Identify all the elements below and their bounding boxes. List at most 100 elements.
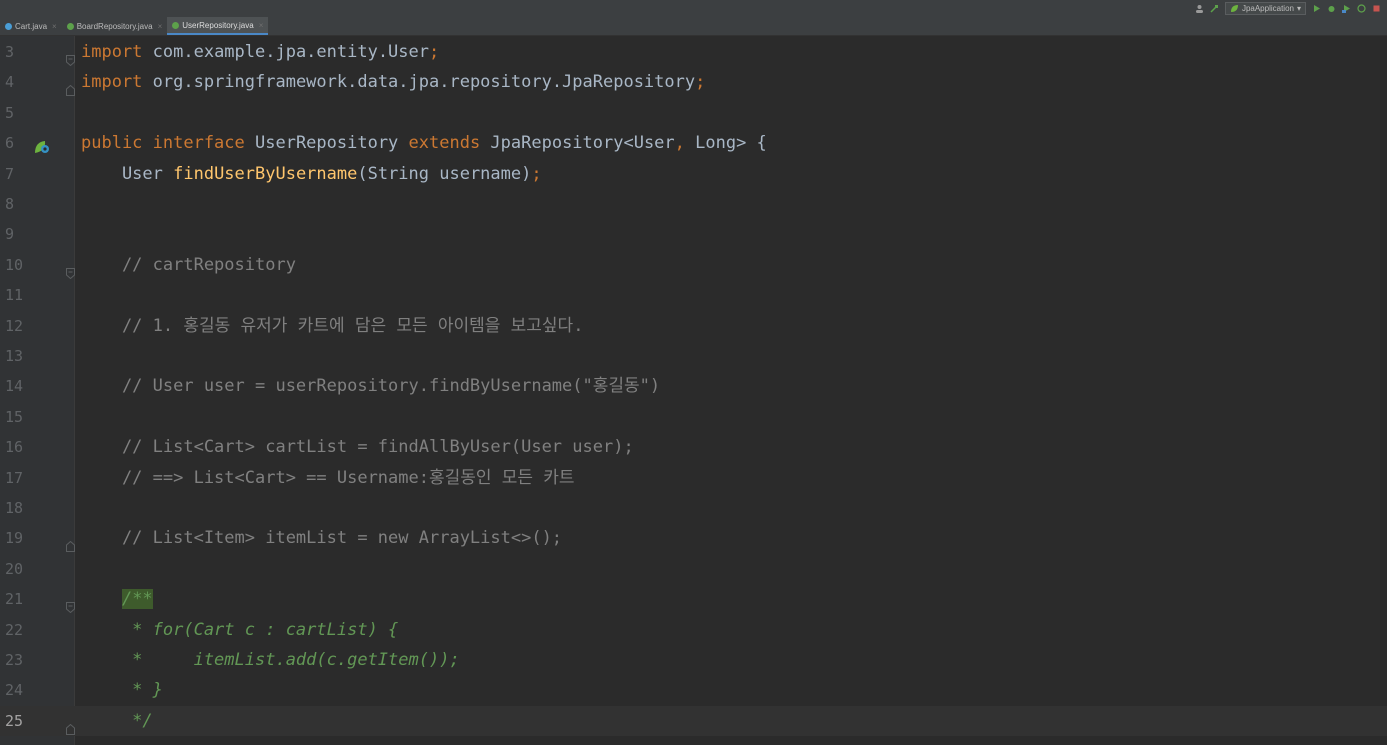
code-token: (String username) <box>357 163 532 184</box>
fold-start-icon[interactable] <box>66 259 75 279</box>
fold-end-icon[interactable] <box>66 532 75 553</box>
code-text: // 1. 홍길동 유저가 카트에 담은 모든 아이템을 보고싶다. <box>81 311 584 341</box>
run-toolbar: JpaApplication ▾ <box>1195 1 1381 15</box>
run-icon[interactable] <box>1312 4 1321 13</box>
code-token: * for(Cart c : cartList) { <box>81 619 399 640</box>
code-line[interactable]: 23 * itemList.add(c.getItem()); <box>0 645 1387 675</box>
code-line[interactable]: 19 // List<Item> itemList = new ArrayLis… <box>0 523 1387 553</box>
tab-user-repository-java[interactable]: UserRepository.java × <box>167 17 269 35</box>
code-token: UserRepository <box>244 133 409 154</box>
code-token: com.example.jpa.entity.User <box>142 42 429 62</box>
code-line[interactable]: 8 <box>0 189 1387 219</box>
code-token: // User user = userRepository.findByUser… <box>81 376 661 397</box>
code-token: Long> { <box>684 133 767 154</box>
code-line[interactable]: 4 import org.springframework.data.jpa.rep… <box>0 67 1387 97</box>
code-token: org.springframework.data.jpa.repository.… <box>142 72 696 93</box>
code-line[interactable]: 25 */ <box>0 705 1387 737</box>
line-number: 19 <box>5 529 24 548</box>
line-number: 21 <box>5 590 24 609</box>
code-text: // ==> List<Cart> == Username:홍길동인 모든 카트 <box>81 463 575 493</box>
fold-start-icon[interactable] <box>66 46 75 67</box>
code-text: /** <box>81 584 153 614</box>
line-number: 6 <box>5 134 15 153</box>
user-icon[interactable] <box>1195 4 1204 13</box>
code-line[interactable]: 17 // ==> List<Cart> == Username:홍길동인 모든… <box>0 463 1387 493</box>
fold-end-icon[interactable] <box>66 76 75 97</box>
code-line[interactable]: 21 /** <box>0 584 1387 614</box>
code-token: JpaRepository<User <box>480 133 675 154</box>
close-icon[interactable]: × <box>158 22 163 31</box>
code-line[interactable]: 10 // cartRepository <box>0 250 1387 280</box>
line-number: 9 <box>5 225 15 244</box>
code-editor[interactable]: 3 import com.example.jpa.entity.User; 4 imp… <box>0 36 1387 745</box>
interface-icon <box>172 21 180 29</box>
code-text: import org.springframework.data.jpa.repo… <box>81 67 705 97</box>
line-number: 4 <box>5 73 15 92</box>
code-line[interactable]: 20 <box>0 554 1387 584</box>
code-text: * itemList.add(c.getItem()); <box>81 645 460 675</box>
tab-label: Cart.java <box>15 21 48 31</box>
run-config-label: JpaApplication <box>1241 3 1294 13</box>
code-token: // ==> List<Cart> == Username:홍길동인 모든 카트 <box>81 467 575 488</box>
line-number: 24 <box>5 681 24 700</box>
line-number: 10 <box>5 255 24 274</box>
code-line[interactable]: 11 <box>0 280 1387 310</box>
code-line[interactable]: 13 <box>0 341 1387 371</box>
close-icon[interactable]: × <box>259 21 264 30</box>
code-text: * } <box>81 675 163 705</box>
tab-label: UserRepository.java <box>182 20 254 30</box>
code-text: import com.example.jpa.entity.User; <box>81 37 439 67</box>
code-line[interactable]: 22 * for(Cart c : cartList) { <box>0 615 1387 645</box>
tab-board-repository-java[interactable]: BoardRepository.java × <box>62 17 168 35</box>
spring-leaf-icon <box>1230 4 1239 13</box>
code-text: // List<Cart> cartList = findAllByUser(U… <box>81 432 634 462</box>
code-token: ; <box>695 72 706 93</box>
run-config-select[interactable]: JpaApplication ▾ <box>1224 1 1306 15</box>
profile-icon[interactable] <box>1357 3 1366 13</box>
tab-label: BoardRepository.java <box>76 21 153 31</box>
code-token: // 1. 홍길동 유저가 카트에 담은 모든 아이템을 보고싶다. <box>81 315 584 336</box>
code-line[interactable]: 24 * } <box>0 675 1387 705</box>
fold-start-icon[interactable] <box>66 593 75 614</box>
close-icon[interactable]: × <box>52 22 57 31</box>
code-text: // List<Item> itemList = new ArrayList<>… <box>81 523 562 553</box>
code-line[interactable]: 7 User findUserByUsername(String usernam… <box>0 159 1387 189</box>
code-token: extends <box>408 133 481 154</box>
code-text: // User user = userRepository.findByUser… <box>81 371 660 401</box>
code-line[interactable]: 14 // User user = userRepository.findByU… <box>0 371 1387 401</box>
code-token: // List<Item> itemList = new ArrayList<>… <box>81 528 563 549</box>
line-number: 3 <box>5 43 15 61</box>
hammer-icon[interactable] <box>1210 4 1219 13</box>
code-token: * itemList.add(c.getItem()); <box>81 650 460 670</box>
line-number: 16 <box>5 438 24 457</box>
stop-icon[interactable] <box>1372 4 1381 13</box>
code-token: , <box>674 133 685 154</box>
line-number: 15 <box>5 407 24 426</box>
window-top-strip: JpaApplication ▾ <box>0 0 1387 17</box>
tab-cart-java[interactable]: Cart.java × <box>0 17 62 35</box>
code-line[interactable]: 5 <box>0 98 1387 128</box>
code-line[interactable]: 3 import com.example.jpa.entity.User; <box>0 37 1387 67</box>
implemented-interface-icon[interactable] <box>33 135 51 154</box>
coverage-icon[interactable] <box>1342 4 1351 13</box>
line-number: 25 <box>5 711 24 730</box>
line-number: 17 <box>5 468 24 487</box>
code-line[interactable]: 15 <box>0 402 1387 432</box>
chevron-down-icon: ▾ <box>1296 3 1301 13</box>
code-token: findUserByUsername <box>173 163 358 184</box>
line-number: 7 <box>5 164 15 183</box>
code-token: public interface <box>81 133 245 154</box>
code-token: /** <box>121 589 153 610</box>
code-line[interactable]: 12 // 1. 홍길동 유저가 카트에 담은 모든 아이템을 보고싶다. <box>0 311 1387 341</box>
fold-end-icon[interactable] <box>66 715 75 735</box>
code-text: * for(Cart c : cartList) { <box>81 615 398 645</box>
class-icon <box>5 22 12 30</box>
code-line[interactable]: 9 <box>0 219 1387 249</box>
code-text: // cartRepository <box>81 250 296 280</box>
code-line[interactable]: 6 public interface UserRepository extends… <box>0 128 1387 158</box>
code-line[interactable]: 16 // List<Cart> cartList = findAllByUse… <box>0 432 1387 462</box>
code-line[interactable]: 18 <box>0 493 1387 523</box>
code-token: // cartRepository <box>81 254 296 275</box>
debug-icon[interactable] <box>1327 4 1336 13</box>
